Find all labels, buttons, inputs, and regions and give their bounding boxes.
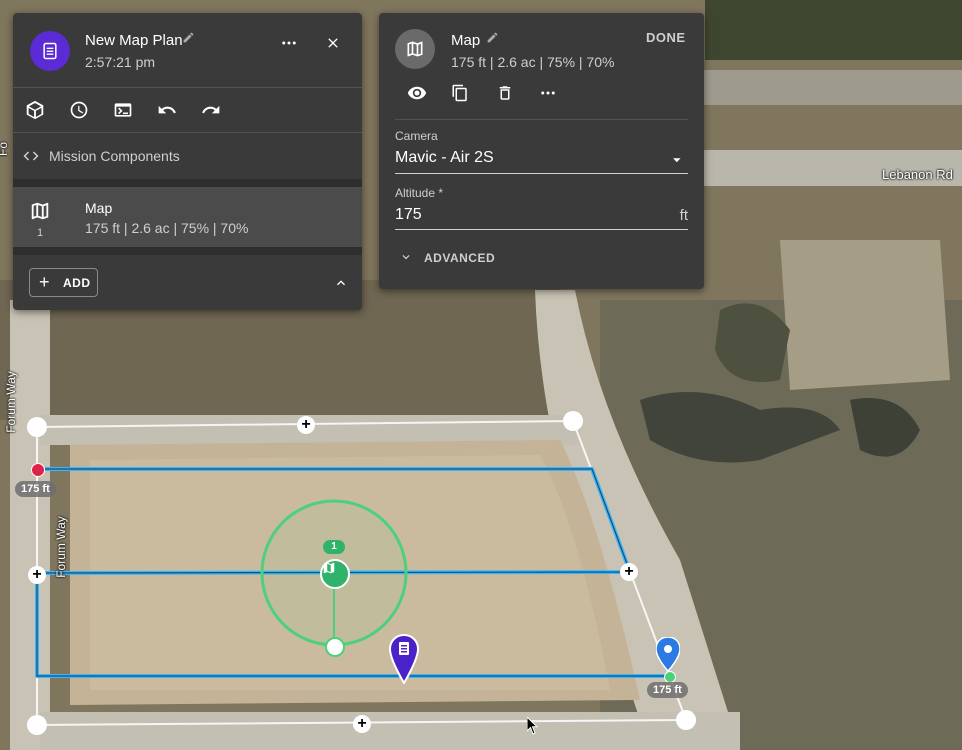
component-details: 175 ft | 2.6 ac | 75% | 70%: [85, 220, 249, 236]
component-editor-panel: Map 175 ft | 2.6 ac | 75% | 70% DONE Cam…: [379, 13, 704, 289]
camera-value: Mavic - Air 2S: [395, 149, 494, 166]
close-icon[interactable]: [319, 29, 347, 57]
boundary-vertex[interactable]: [27, 417, 47, 437]
mission-panel: New Map Plan 2:57:21 pm Mission Componen…: [13, 13, 362, 310]
mission-pin-icon[interactable]: [389, 634, 419, 684]
mission-clipboard-icon: [43, 42, 57, 60]
location-pin-icon[interactable]: [656, 637, 680, 671]
duplicate-icon[interactable]: [446, 79, 474, 107]
add-vertex-icon[interactable]: +: [620, 563, 638, 581]
rotation-handle-icon[interactable]: [325, 637, 345, 657]
camera-label: Camera: [395, 129, 438, 143]
component-name: Map: [85, 200, 113, 216]
edit-title-icon[interactable]: [177, 26, 199, 48]
chevron-down-icon: [402, 255, 410, 260]
code-brackets-icon: [17, 142, 45, 170]
add-vertex-icon[interactable]: +: [297, 416, 315, 434]
advanced-label: ADVANCED: [424, 251, 496, 265]
advanced-toggle[interactable]: ADVANCED: [395, 245, 515, 269]
road-label-forum-way: Forum Way: [53, 516, 68, 578]
start-point-icon[interactable]: [31, 463, 45, 477]
altitude-value: 175: [395, 206, 422, 223]
undo-icon[interactable]: [153, 96, 181, 124]
collapse-icon[interactable]: [327, 269, 355, 297]
component-avatar: [395, 29, 435, 69]
altitude-input[interactable]: 175 ft: [395, 202, 688, 230]
more-options-icon[interactable]: [275, 29, 303, 57]
boundary-vertex[interactable]: [563, 411, 583, 431]
terminal-icon[interactable]: [109, 96, 137, 124]
edit-name-icon[interactable]: [481, 26, 503, 48]
add-vertex-icon[interactable]: +: [353, 715, 371, 733]
mission-components-heading: Mission Components: [49, 148, 180, 164]
cursor-icon: [527, 717, 539, 735]
start-altitude-badge: 175 ft: [15, 481, 56, 497]
map-icon: [407, 41, 423, 57]
done-button[interactable]: DONE: [646, 30, 686, 45]
altitude-unit: ft: [679, 207, 688, 224]
plus-icon: +: [39, 272, 50, 292]
redo-icon[interactable]: [197, 96, 225, 124]
mission-avatar: [30, 31, 70, 71]
mission-time: 2:57:21 pm: [85, 54, 156, 70]
component-title: Map: [451, 32, 481, 49]
delete-icon[interactable]: [491, 79, 519, 107]
road-label-fo: Fo: [0, 141, 11, 157]
dropdown-arrow-icon: [673, 158, 681, 163]
history-icon[interactable]: [65, 96, 93, 124]
boundary-vertex[interactable]: [27, 715, 47, 735]
road-label-lebanon: Lebanon Rd: [882, 167, 953, 182]
map-component-marker[interactable]: [320, 559, 350, 589]
map-icon: [29, 200, 51, 227]
add-component-button[interactable]: + ADD: [29, 268, 98, 297]
mission-title: New Map Plan: [85, 32, 183, 49]
add-vertex-icon[interactable]: +: [28, 566, 46, 584]
boundary-vertex[interactable]: [676, 710, 696, 730]
component-index: 1: [37, 227, 44, 239]
cluster-count-badge: 1: [323, 540, 345, 554]
map-icon: [323, 562, 335, 574]
visibility-icon[interactable]: [403, 79, 431, 107]
altitude-label: Altitude *: [395, 186, 444, 200]
camera-select[interactable]: Mavic - Air 2S: [395, 145, 688, 174]
component-row-map[interactable]: 1 Map 175 ft | 2.6 ac | 75% | 70%: [13, 187, 362, 247]
more-options-icon[interactable]: [534, 79, 562, 107]
road-label-forum-way: Forum Way: [3, 371, 18, 433]
end-altitude-badge: 175 ft: [647, 682, 688, 698]
3d-view-icon[interactable]: [21, 96, 49, 124]
add-label: ADD: [63, 276, 91, 290]
component-summary: 175 ft | 2.6 ac | 75% | 70%: [451, 54, 615, 70]
